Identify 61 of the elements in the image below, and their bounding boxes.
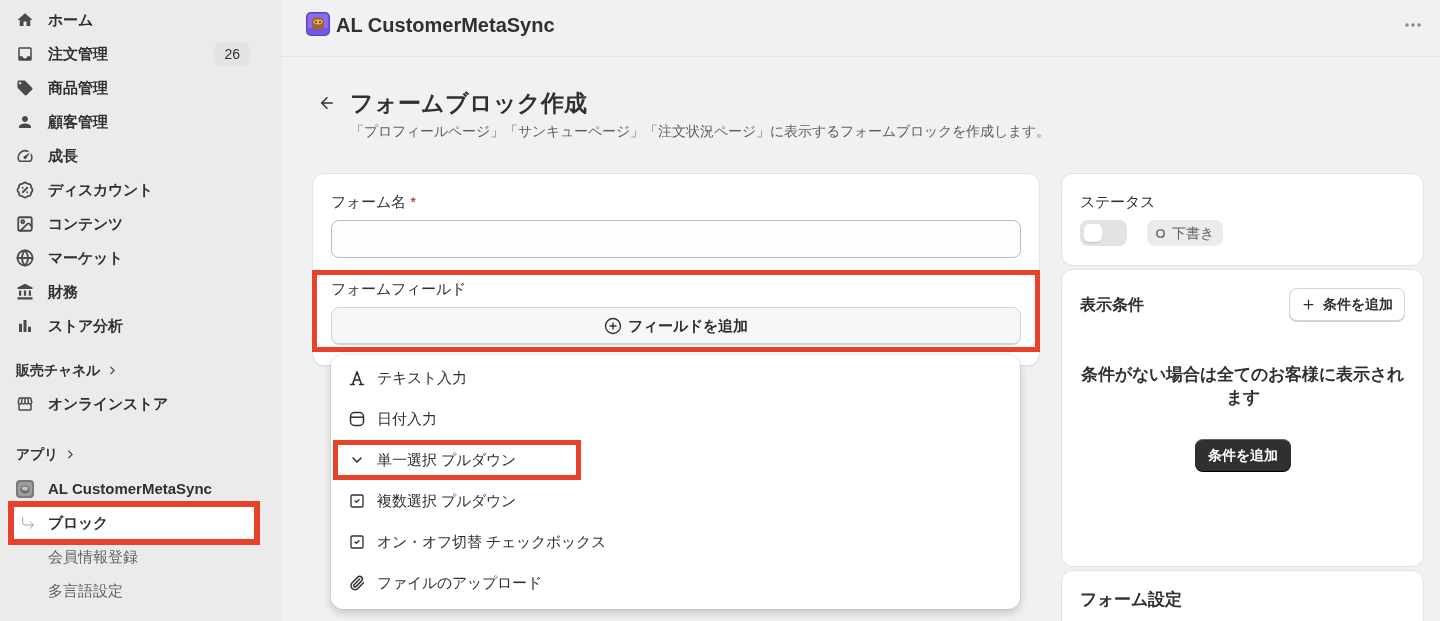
section-heading[interactable]: アプリ	[16, 444, 77, 464]
gauge-icon	[16, 147, 34, 165]
card-title: 表示条件	[1080, 294, 1144, 315]
calendar-icon	[349, 411, 365, 427]
menu-option[interactable]: 日付入力	[333, 399, 502, 439]
checkbox-icon	[349, 493, 365, 509]
sidebar-item[interactable]: ホーム	[8, 4, 258, 36]
tag-icon	[16, 79, 34, 97]
sidebar-item[interactable]: 財務	[8, 276, 258, 308]
sidebar-item[interactable]: 顧客管理	[8, 106, 258, 138]
menu-option[interactable]: 単一選択 プルダウン	[333, 440, 582, 480]
page-subtitle: 「プロフィールページ」「サンキューページ」「注文状況ページ」に表示するフォームブロックを作成します。	[350, 122, 1050, 141]
section-heading[interactable]: 販売チャネル	[16, 360, 119, 380]
toggle-switch[interactable]	[1080, 220, 1127, 246]
inbox-icon	[16, 45, 34, 63]
percent-badge-icon	[16, 181, 34, 199]
sidebar-subitem[interactable]: ブロック	[8, 501, 260, 545]
menu-option[interactable]: オン・オフ切替 チェックボックス	[333, 522, 672, 562]
sidebar-item[interactable]: コンテンツ	[8, 208, 258, 240]
plus-circle-icon	[604, 317, 622, 335]
empty-message: 条件がない場合は全てのお客様に表示されます	[1080, 364, 1405, 409]
globe-icon	[16, 249, 34, 267]
sidebar-item[interactable]: ストア分析	[8, 310, 258, 342]
sub-arrow-icon	[20, 515, 36, 531]
plus-icon	[1301, 297, 1316, 312]
menu-option[interactable]: 複数選択 プルダウン	[333, 481, 582, 521]
count-badge: 26	[214, 42, 250, 66]
sidebar-item[interactable]: 成長	[8, 140, 258, 172]
field-label: フォームフィールド	[331, 279, 467, 299]
card-title: ステータス	[1080, 192, 1156, 212]
image-icon	[16, 215, 34, 233]
person-icon	[16, 113, 34, 131]
bar-chart-icon	[16, 317, 34, 335]
sidebar-item[interactable]: マーケット	[8, 242, 258, 274]
sidebar-item[interactable]: 商品管理	[8, 72, 258, 104]
app-logo-icon	[306, 12, 330, 36]
back-button[interactable]	[318, 94, 336, 112]
add-condition-primary-button[interactable]: 条件を追加	[1194, 439, 1291, 471]
home-icon	[16, 11, 34, 29]
sidebar-item[interactable]: 注文管理 26	[8, 38, 258, 70]
field-label: フォーム名 *	[331, 192, 417, 212]
app-icon	[16, 480, 34, 498]
page-title: フォームブロック作成	[350, 89, 588, 118]
add-condition-button[interactable]: 条件を追加	[1289, 288, 1405, 321]
sidebar-subitem[interactable]: 多言語設定	[8, 575, 258, 607]
checkbox-icon	[349, 534, 365, 550]
storefront-icon	[16, 395, 34, 413]
bank-icon	[16, 283, 34, 301]
letter-a-icon	[349, 370, 365, 386]
menu-option[interactable]: テキスト入力	[333, 358, 532, 398]
paperclip-icon	[349, 575, 365, 591]
more-icon[interactable]	[1405, 23, 1421, 27]
card-title: フォーム設定	[1080, 589, 1183, 611]
status-badge: 下書き	[1147, 220, 1223, 246]
add-field-button[interactable]: フィールドを追加	[331, 307, 1021, 345]
status-ring-icon	[1156, 228, 1165, 238]
app-title: AL CustomerMetaSync	[336, 13, 555, 38]
sidebar-item[interactable]: オンラインストア	[8, 388, 258, 420]
sidebar-item[interactable]: ディスカウント	[8, 174, 258, 206]
menu-option[interactable]: ファイルのアップロード	[333, 563, 607, 603]
input-field[interactable]	[331, 220, 1021, 258]
